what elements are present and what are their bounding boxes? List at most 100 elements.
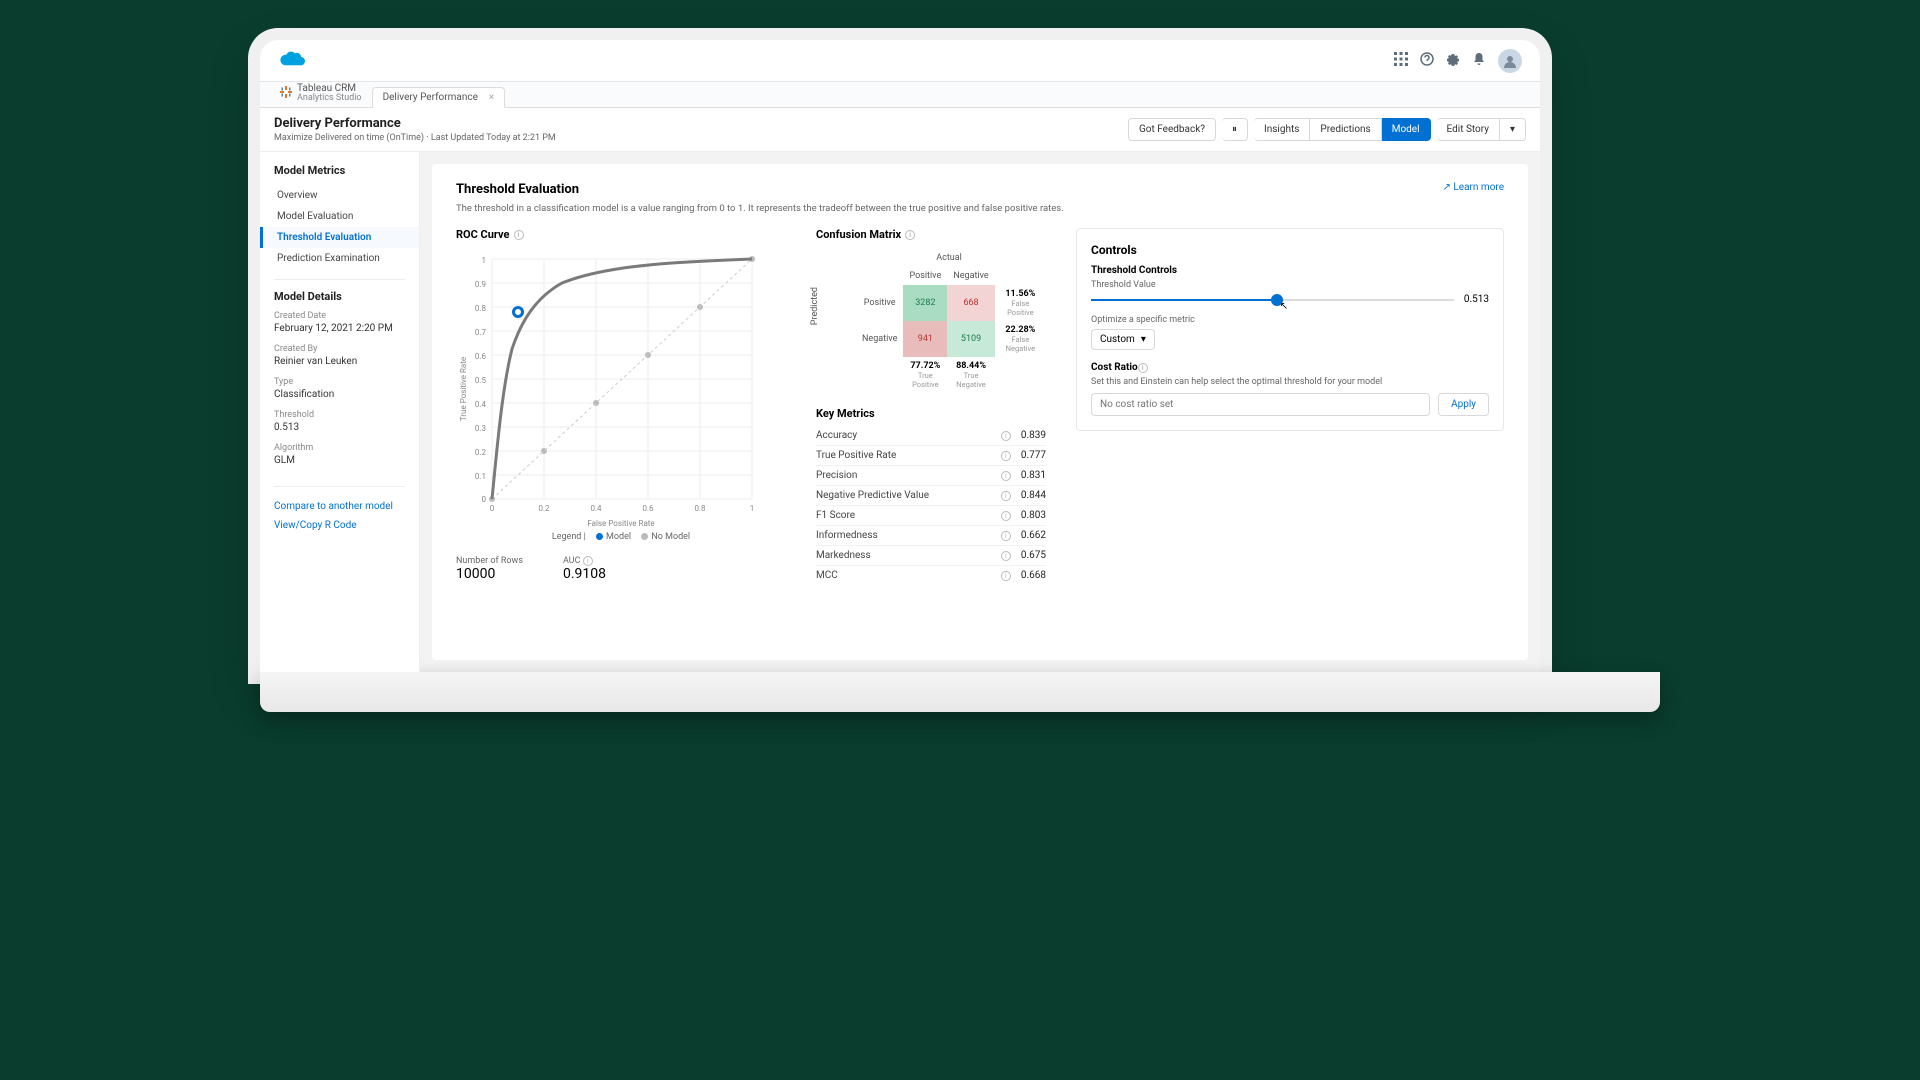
salesforce-logo-icon	[278, 49, 306, 73]
page-title: Delivery Performance	[274, 116, 556, 131]
learn-more-link[interactable]: ↗ Learn more	[1443, 182, 1504, 193]
threshold-label: Threshold	[260, 410, 419, 420]
svg-text:0.2: 0.2	[538, 504, 550, 513]
cm-predicted-label: Predicted	[810, 287, 820, 325]
model-details-heading: Model Details	[260, 290, 419, 311]
roc-chart: 10.90.80.70.60.50.40.30.20.10 00.20.40.6…	[456, 249, 766, 519]
created-date-value: February 12, 2021 2:20 PM	[260, 321, 419, 344]
key-metric-row: F1 Scorei0.803	[816, 506, 1046, 526]
info-icon[interactable]: i	[514, 230, 524, 240]
info-icon[interactable]: i	[1138, 363, 1148, 373]
info-icon[interactable]: i	[1001, 491, 1011, 501]
info-icon[interactable]: i	[1001, 511, 1011, 521]
cost-ratio-heading: Cost Ratioi	[1091, 362, 1489, 373]
threshold-value-label: Threshold Value	[1091, 280, 1489, 290]
key-metrics-title: Key Metrics	[816, 407, 1046, 420]
info-icon[interactable]: i	[1001, 571, 1011, 581]
roc-xlabel: False Positive Rate	[456, 519, 786, 528]
roc-legend: Legend | Model No Model	[456, 532, 786, 542]
page-subtitle: Maximize Delivered on time (OnTime) · La…	[274, 133, 556, 143]
section-title: Threshold Evaluation	[456, 182, 1504, 197]
sidebar-item-overview[interactable]: Overview	[260, 185, 419, 206]
rows-label: Number of Rows	[456, 556, 523, 566]
apps-icon[interactable]	[1394, 51, 1408, 70]
info-icon[interactable]: i	[583, 556, 593, 566]
app-tab-studio[interactable]: Tableau CRMAnalytics Studio	[270, 79, 372, 107]
confusion-matrix: Actual PositiveNegative Positive32826681…	[856, 249, 1046, 393]
info-icon[interactable]: i	[1001, 551, 1011, 561]
svg-text:0.1: 0.1	[475, 472, 486, 481]
controls-panel: Controls Threshold Controls Threshold Va…	[1076, 228, 1504, 431]
tab-label: Delivery Performance	[383, 92, 478, 103]
info-icon[interactable]: i	[1001, 531, 1011, 541]
chevron-down-icon: ▾	[1141, 334, 1146, 345]
algorithm-label: Algorithm	[260, 443, 419, 453]
sidebar: Model Metrics Overview Model Evaluation …	[260, 152, 420, 672]
threshold-slider[interactable]: ↖	[1091, 299, 1454, 301]
pause-button[interactable]: ⏸	[1222, 118, 1248, 141]
gear-icon[interactable]	[1446, 51, 1460, 70]
svg-text:0.5: 0.5	[475, 376, 487, 385]
svg-text:0.2: 0.2	[475, 448, 487, 457]
avatar[interactable]	[1498, 49, 1522, 73]
tableau-icon	[280, 86, 292, 101]
info-icon[interactable]: i	[1001, 431, 1011, 441]
type-value: Classification	[260, 387, 419, 410]
key-metric-row: Negative Predictive Valuei0.844	[816, 486, 1046, 506]
model-button[interactable]: Model	[1382, 118, 1431, 141]
threshold-value-readout: 0.513	[1464, 294, 1489, 305]
optimize-metric-select[interactable]: Custom▾	[1091, 329, 1155, 350]
created-date-label: Created Date	[260, 311, 419, 321]
confusion-matrix-title: Confusion Matrixi	[816, 228, 1046, 241]
info-icon[interactable]: i	[1001, 471, 1011, 481]
compare-model-link[interactable]: Compare to another model	[260, 497, 419, 516]
key-metric-row: True Positive Ratei0.777	[816, 446, 1046, 466]
auc-value: 0.9108	[563, 566, 606, 582]
predictions-button[interactable]: Predictions	[1310, 118, 1381, 141]
type-label: Type	[260, 377, 419, 387]
svg-text:0.8: 0.8	[694, 504, 706, 513]
app-subtitle: Analytics Studio	[297, 94, 362, 103]
svg-text:0.4: 0.4	[475, 400, 487, 409]
info-icon[interactable]: i	[1001, 451, 1011, 461]
section-description: The threshold in a classification model …	[456, 203, 1504, 214]
created-by-label: Created By	[260, 344, 419, 354]
info-icon[interactable]: i	[905, 230, 915, 240]
bell-icon[interactable]	[1472, 51, 1486, 70]
sidebar-heading: Model Metrics	[260, 164, 419, 185]
insights-button[interactable]: Insights	[1254, 118, 1310, 141]
svg-text:1: 1	[482, 256, 487, 265]
sidebar-item-prediction-examination[interactable]: Prediction Examination	[260, 248, 419, 269]
edit-story-button[interactable]: Edit Story	[1437, 118, 1500, 141]
roc-title: ROC Curvei	[456, 228, 786, 241]
svg-text:0: 0	[482, 495, 487, 504]
feedback-button[interactable]: Got Feedback?	[1128, 118, 1216, 141]
svg-text:0.3: 0.3	[475, 424, 486, 433]
svg-text:0.4: 0.4	[590, 504, 602, 513]
key-metric-row: Informednessi0.662	[816, 526, 1046, 546]
auc-label: AUC i	[563, 556, 606, 566]
svg-text:0.8: 0.8	[475, 304, 487, 313]
svg-text:0.9: 0.9	[475, 280, 486, 289]
apply-button[interactable]: Apply	[1438, 393, 1489, 416]
tab-delivery-performance[interactable]: Delivery Performance ×	[372, 87, 506, 108]
created-by-value: Reinier van Leuken	[260, 354, 419, 377]
cost-ratio-input[interactable]	[1091, 393, 1430, 416]
sidebar-item-model-evaluation[interactable]: Model Evaluation	[260, 206, 419, 227]
view-r-code-link[interactable]: View/Copy R Code	[260, 516, 419, 535]
threshold-value: 0.513	[260, 420, 419, 443]
rows-value: 10000	[456, 566, 523, 582]
svg-text:0: 0	[490, 504, 495, 513]
help-icon[interactable]	[1420, 51, 1434, 70]
svg-text:1: 1	[750, 504, 755, 513]
cost-ratio-description: Set this and Einstein can help select th…	[1091, 377, 1489, 387]
key-metric-row: MCCi0.668	[816, 566, 1046, 585]
svg-text:0.6: 0.6	[475, 352, 487, 361]
key-metric-row: Precisioni0.831	[816, 466, 1046, 486]
close-icon[interactable]: ×	[489, 92, 494, 103]
optimize-label: Optimize a specific metric	[1091, 315, 1489, 325]
edit-story-dropdown[interactable]: ▾	[1500, 118, 1526, 141]
key-metric-row: Accuracyi0.839	[816, 426, 1046, 446]
algorithm-value: GLM	[260, 453, 419, 476]
sidebar-item-threshold-evaluation[interactable]: Threshold Evaluation	[260, 227, 419, 248]
